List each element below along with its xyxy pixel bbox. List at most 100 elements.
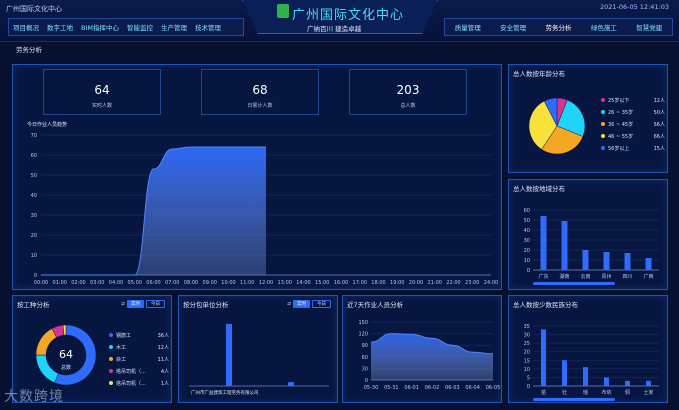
y-tick-label: 20 [524,248,530,254]
bar [226,323,232,386]
x-tick-label: 13:00 [278,280,292,286]
x-tick-label: 06-01 [404,385,419,391]
legend-value: 36人 [157,333,169,339]
x-tick-label: 云南 [580,273,590,280]
panel-title: 总人数按地域分布 [513,185,565,193]
y-tick-label: 5 [527,375,530,381]
x-tick-label: 19:00 [390,280,404,286]
trend-area [41,147,266,275]
legend-text: 塔吊司机（... [116,381,146,387]
y-tick-label: 30 [524,333,530,339]
nav-item-party[interactable]: 智慧党建 [632,22,666,32]
ethnic-panel: 总人数按少数民族分布 0 5 10 15 20 25 30 35 苗 壮 瑶 布依 侗 土家 [508,295,668,403]
bar [604,377,609,386]
x-tick-label: 广西 [643,273,653,280]
legend-dot [601,122,605,126]
y-tick-label: 70 [31,133,37,139]
x-tick-label: 11:00 [240,280,254,286]
y-tick-label: 50 [31,173,37,179]
nav-item-quality[interactable]: 质量管理 [451,22,485,32]
nav-item-overview[interactable]: 项目概况 [9,22,43,32]
y-tick-label: 40 [31,193,37,199]
type-legend: 钢筋工 36人 木工 12人 杂工 11人 塔吊司机（... 4人 塔吊司机（... 1人 [109,332,169,392]
legend-dot [109,369,113,373]
toggle-today[interactable]: 今日 [146,300,165,308]
legend-text: 塔吊司机（... [116,369,146,375]
bar [540,216,547,270]
nav-item-production[interactable]: 生产管理 [157,22,191,32]
stat-value: 203 [396,83,420,97]
stat-realtime: 64 实时人数 [43,69,161,115]
legend-text: 36 ~ 45岁 [608,122,634,128]
nav-item-monitor[interactable]: 智能监控 [123,22,157,32]
legend-value: 11人 [157,357,169,363]
x-tick-label: 05-31 [384,385,399,391]
panel-title: 按分包单位分析 [183,301,229,309]
stat-value: 68 [252,83,268,97]
toggle-today[interactable]: 今日 [312,300,331,308]
donut-label: 总数 [60,365,71,371]
toggle-realtime[interactable]: 实时 [127,300,144,308]
y-tick-label: 10 [524,367,530,373]
x-tick-label: 15:00 [315,280,329,286]
nav-item-safety[interactable]: 安全管理 [496,22,530,32]
time-toggle: ⇄ 实时 今日 [287,300,331,308]
donut-value: 64 [59,348,73,361]
legend-label: 46 ~ 55岁 [601,133,633,140]
y-tick-label: 25 [524,341,530,347]
nav-item-green[interactable]: 绿色施工 [587,22,621,32]
bar [562,360,567,386]
legend-item: 25岁以下 12人 [601,97,665,104]
stat-value: 64 [94,83,110,97]
nav-item-labor[interactable]: 劳务分析 [541,22,575,32]
x-tick-label: 22:00 [446,280,460,286]
nav-item-bim[interactable]: BIM指挥中心 [77,22,123,32]
toggle-icon: ⇄ [121,301,125,307]
legend-item: 塔吊司机（... 4人 [109,368,169,375]
page-tab: 劳务分析 [16,46,42,54]
bar [625,380,630,386]
region-panel: 总人数按地域分布 0 10 20 30 40 50 60 广东 湖南 云南 贵州 四川 广西 [508,179,668,290]
bar [583,367,588,386]
panel-title: 总人数按少数民族分布 [513,301,578,309]
week-area [371,333,493,380]
legend-label: 杂工 [109,356,126,363]
stat-total: 203 总人数 [349,69,467,115]
x-tick-label: 贵州 [601,273,611,280]
legend-label: 塔吊司机（... [109,368,146,375]
legend-dot [601,110,605,114]
x-tick-label: 瑶 [583,389,588,396]
legend-text: 56岁以上 [608,146,630,152]
legend-text: 46 ~ 55岁 [608,134,634,140]
panel-title: 总人数按年龄分布 [513,70,565,78]
legend-dot [601,146,605,150]
toggle-icon: ⇄ [287,301,291,307]
region-bar-chart: 0 10 20 30 40 50 60 广东 湖南 云南 贵州 四川 广西 [524,208,659,285]
x-tick-label: 08:00 [184,280,198,286]
x-tick-label: 土家 [643,389,653,396]
x-tick-label: 侗 [625,389,630,396]
legend-value: 4人 [160,369,169,375]
datetime: 2021-06-05 12:41:03 [599,3,669,11]
legend-value: 50人 [653,110,665,116]
contract-panel: 按分包单位分析 ⇄ 实时 今日 广州市广益建筑工程劳务有限公司 [178,295,338,403]
ethnic-bar-chart: 0 5 10 15 20 25 30 35 苗 壮 瑶 布依 侗 土家 [524,324,659,401]
x-tick-label: 18:00 [371,280,385,286]
y-tick-label: 150 [358,320,368,326]
legend-item: 36 ~ 45岁 56人 [601,121,665,128]
toggle-realtime[interactable]: 实时 [293,300,310,308]
x-tick-label: 湖南 [559,273,569,280]
legend-item: 56岁以上 15人 [601,145,665,152]
legend-label: 塔吊司机（... [109,380,146,387]
nav-item-tech[interactable]: 技术管理 [191,22,225,32]
x-tick-label: 05:00 [128,280,142,286]
bar [561,221,568,270]
stat-daily: 68 日累计人数 [201,69,319,115]
legend-item: 钢筋工 36人 [109,332,169,339]
bar [603,252,610,270]
y-tick-label: 35 [524,324,530,330]
logo-icon [277,4,289,18]
x-tick-label: 06-05 [486,385,501,391]
nav-item-digital-site[interactable]: 数字工地 [43,22,77,32]
x-tick-label: 16:00 [334,280,348,286]
